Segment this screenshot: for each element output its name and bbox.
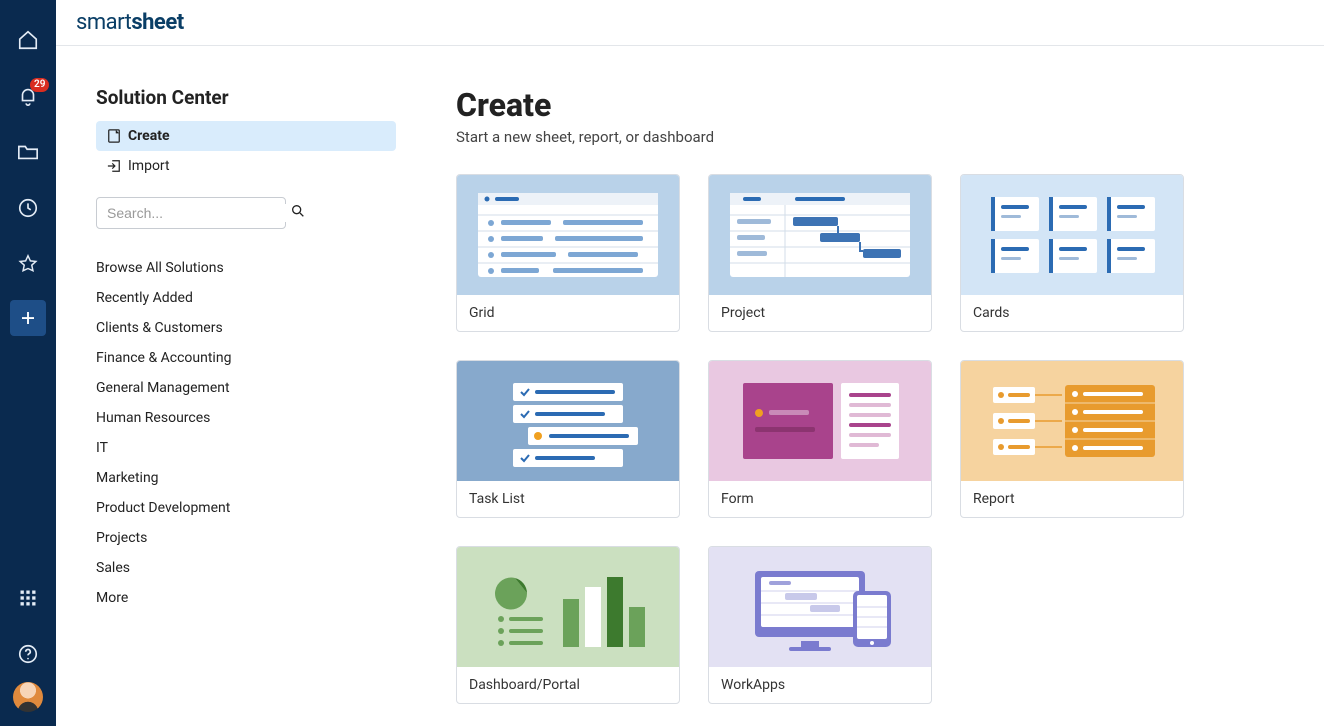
panel-nav: Create Import: [96, 121, 396, 181]
help-icon: [17, 643, 39, 665]
sheet-icon: [106, 129, 122, 143]
cat-sales[interactable]: Sales: [96, 553, 396, 583]
card-form-label: Form: [709, 481, 931, 517]
cat-browse-all[interactable]: Browse All Solutions: [96, 253, 396, 283]
card-dashboard[interactable]: Dashboard/Portal: [456, 546, 680, 704]
cat-more[interactable]: More: [96, 583, 396, 613]
notifications-badge: 29: [30, 78, 49, 92]
cat-it[interactable]: IT: [96, 433, 396, 463]
cat-clients[interactable]: Clients & Customers: [96, 313, 396, 343]
home-icon: [17, 29, 39, 51]
card-report[interactable]: Report: [960, 360, 1184, 518]
app-logo: smartsheet: [76, 10, 184, 35]
folder-icon: [17, 142, 39, 162]
solution-panel: Solution Center Create Import: [56, 46, 436, 726]
card-grid[interactable]: Grid: [456, 174, 680, 332]
cards-thumb-icon: [961, 175, 1183, 295]
rail-recents[interactable]: [8, 188, 48, 228]
nav-import-label: Import: [128, 158, 170, 174]
logo-text-plain: smart: [76, 10, 131, 35]
cat-finance[interactable]: Finance & Accounting: [96, 343, 396, 373]
main-column: smartsheet Solution Center Create Import: [56, 0, 1324, 726]
cat-recently-added[interactable]: Recently Added: [96, 283, 396, 313]
card-cards-label: Cards: [961, 295, 1183, 331]
plus-icon: [19, 309, 37, 327]
create-options-grid: Grid: [456, 174, 1284, 704]
cat-product-dev[interactable]: Product Development: [96, 493, 396, 523]
cat-general-mgmt[interactable]: General Management: [96, 373, 396, 403]
grid-thumb-icon: [457, 175, 679, 295]
project-thumb-icon: [709, 175, 931, 295]
content-area: Create Start a new sheet, report, or das…: [436, 46, 1324, 726]
category-list: Browse All Solutions Recently Added Clie…: [96, 253, 396, 613]
cat-marketing[interactable]: Marketing: [96, 463, 396, 493]
apps-grid-icon: [18, 588, 38, 608]
rail-folder[interactable]: [8, 132, 48, 172]
card-form[interactable]: Form: [708, 360, 932, 518]
rail-home[interactable]: [8, 20, 48, 60]
card-cards[interactable]: Cards: [960, 174, 1184, 332]
tasklist-thumb-icon: [457, 361, 679, 481]
logo-text-bold: sheet: [131, 10, 183, 35]
card-workapps[interactable]: WorkApps: [708, 546, 932, 704]
topbar: smartsheet: [56, 0, 1324, 46]
nav-import[interactable]: Import: [96, 151, 396, 181]
card-grid-label: Grid: [457, 295, 679, 331]
card-project[interactable]: Project: [708, 174, 932, 332]
card-tasklist-label: Task List: [457, 481, 679, 517]
clock-icon: [17, 197, 39, 219]
card-report-label: Report: [961, 481, 1183, 517]
rail-create-button[interactable]: [10, 300, 46, 336]
search-input[interactable]: [105, 204, 290, 222]
nav-create-label: Create: [128, 128, 170, 144]
cat-hr[interactable]: Human Resources: [96, 403, 396, 433]
card-project-label: Project: [709, 295, 931, 331]
form-thumb-icon: [709, 361, 931, 481]
rail-apps[interactable]: [8, 578, 48, 618]
card-tasklist[interactable]: Task List: [456, 360, 680, 518]
rail-notifications[interactable]: 29: [8, 76, 48, 116]
workapps-thumb-icon: [709, 547, 931, 667]
card-workapps-label: WorkApps: [709, 667, 931, 703]
star-icon: [17, 253, 39, 275]
import-icon: [106, 159, 122, 173]
rail-help[interactable]: [8, 634, 48, 674]
page-heading: Create: [456, 86, 1284, 124]
report-thumb-icon: [961, 361, 1183, 481]
app-rail: 29: [0, 0, 56, 726]
body: Solution Center Create Import: [56, 46, 1324, 726]
search-icon: [290, 203, 306, 223]
search-box[interactable]: [96, 197, 286, 229]
card-dashboard-label: Dashboard/Portal: [457, 667, 679, 703]
user-avatar[interactable]: [13, 682, 43, 712]
dashboard-thumb-icon: [457, 547, 679, 667]
panel-title: Solution Center: [96, 86, 396, 109]
page-subtitle: Start a new sheet, report, or dashboard: [456, 128, 1284, 146]
nav-create[interactable]: Create: [96, 121, 396, 151]
cat-projects[interactable]: Projects: [96, 523, 396, 553]
rail-favorites[interactable]: [8, 244, 48, 284]
